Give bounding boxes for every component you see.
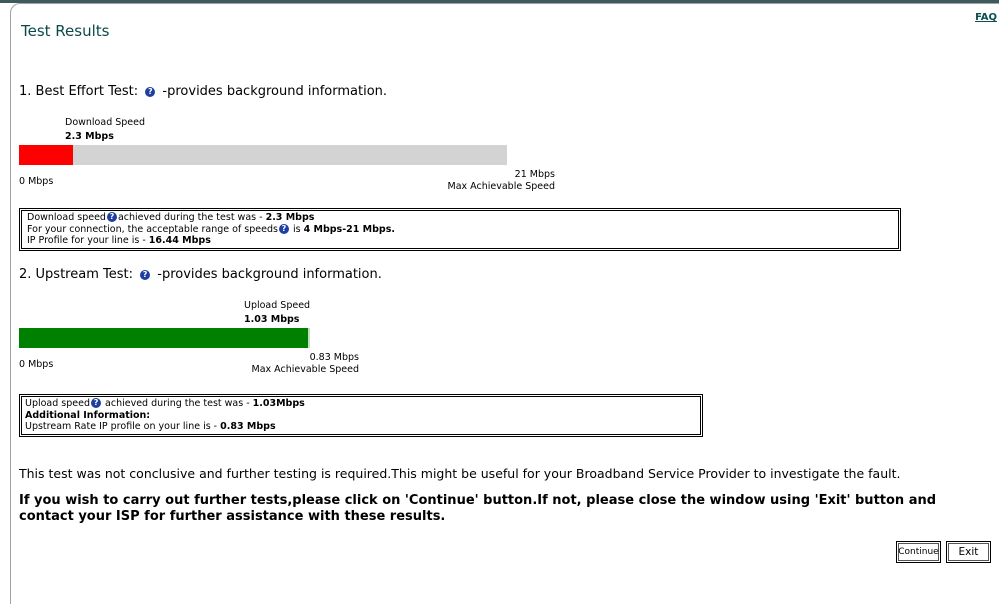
download-max-label: 21 Mbps — [514, 169, 555, 180]
best-effort-heading-label: 1. Best Effort Test: — [19, 84, 139, 99]
download-info-text: is — [289, 223, 304, 235]
upload-max-label: 0.83 Mbps — [309, 352, 359, 363]
upstream-heading-label: 2. Upstream Test: — [19, 267, 133, 282]
download-bar-track — [19, 145, 507, 165]
exit-button[interactable]: Exit — [946, 541, 991, 563]
download-gauge-value: 2.3 Mbps — [65, 131, 114, 142]
download-speed-value: 2.3 Mbps — [265, 212, 315, 223]
upload-info-text: Upload speed — [25, 398, 91, 409]
help-icon[interactable]: ? — [140, 270, 151, 280]
help-icon[interactable]: ? — [278, 223, 289, 234]
download-bar-fill — [19, 145, 73, 165]
best-effort-heading: 1. Best Effort Test: ? -provides backgro… — [19, 84, 387, 99]
upload-bar-fill — [19, 328, 310, 348]
download-info-line-1: Download speed? achieved during the test … — [27, 212, 893, 224]
download-info-text: . — [391, 223, 395, 235]
help-icon[interactable]: ? — [106, 212, 117, 222]
help-icon[interactable]: ? — [91, 398, 102, 408]
acceptable-range-value: 4 Mbps-21 Mbps — [303, 223, 392, 235]
faq-link[interactable]: FAQ — [975, 12, 997, 23]
upload-info-line-2: Additional Information: — [25, 409, 151, 421]
upload-max-caption: Max Achievable Speed — [251, 364, 359, 375]
download-max-caption: Max Achievable Speed — [447, 181, 555, 192]
upload-min-label: 0 Mbps — [19, 359, 54, 370]
inconclusive-message: This test was not conclusive and further… — [19, 466, 901, 481]
page-title: Test Results — [21, 22, 110, 40]
best-effort-heading-suffix: -provides background information. — [162, 84, 388, 99]
upload-speed-value: 1.03Mbps — [252, 398, 305, 409]
download-info-text: IP Profile for your line is - — [27, 235, 149, 246]
download-min-label: 0 Mbps — [19, 176, 54, 187]
download-info-line-2: For your connection, the acceptable rang… — [27, 223, 893, 236]
instructions-message: If you wish to carry out further tests,p… — [19, 493, 937, 524]
download-info-text: For your connection, the acceptable rang… — [27, 223, 278, 235]
help-icon[interactable]: ? — [145, 87, 156, 97]
upload-gauge-title: Upload Speed — [244, 300, 311, 311]
continue-button[interactable]: Continue — [896, 541, 941, 563]
upstream-heading: 2. Upstream Test: ? -provides background… — [19, 267, 382, 282]
download-info-text: achieved during the test was - — [117, 212, 266, 223]
upload-info-text: Upstream Rate IP profile on your line is… — [25, 421, 221, 432]
upload-info-box: Upload speed? achieved during the test w… — [19, 394, 703, 437]
upload-info-text: achieved during the test was - — [102, 398, 253, 409]
ip-profile-value: 16.44 Mbps — [148, 235, 211, 246]
upload-gauge-value: 1.03 Mbps — [244, 314, 300, 325]
upload-info-line-3: Upstream Rate IP profile on your line is… — [25, 421, 697, 433]
download-info-box: Download speed? achieved during the test … — [19, 208, 901, 251]
upload-info-line-1: Upload speed? achieved during the test w… — [25, 398, 697, 410]
upstream-ip-profile-value: 0.83 Mbps — [220, 421, 276, 432]
download-gauge-title: Download Speed — [65, 117, 146, 128]
download-info-line-3: IP Profile for your line is - 16.44 Mbps — [27, 235, 893, 247]
download-info-text: Download speed — [27, 212, 106, 223]
upstream-heading-suffix: -provides background information. — [157, 267, 382, 282]
upload-speed-bar — [19, 328, 310, 348]
download-speed-bar — [19, 145, 507, 165]
